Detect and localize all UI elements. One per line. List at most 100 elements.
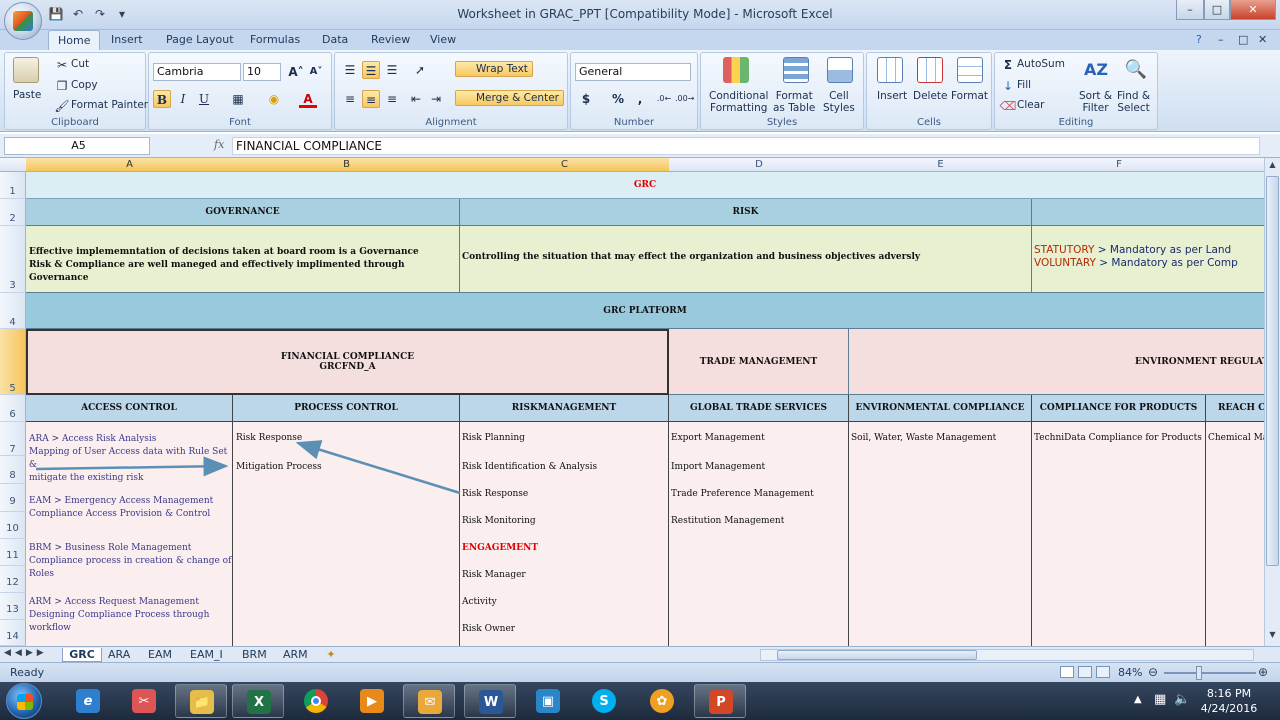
sheet-tab-arm[interactable]: ARM <box>283 648 308 662</box>
increase-indent-icon[interactable]: ⇥ <box>427 90 445 108</box>
taskbar-explorer[interactable]: 📁 <box>175 684 227 718</box>
risk-response-rm-cell[interactable]: Risk Response <box>462 489 528 499</box>
row-header[interactable]: 11 <box>0 539 26 566</box>
align-left-icon[interactable]: ≡ <box>341 90 359 108</box>
sheet-nav-icon[interactable]: ◀◀▶▶ <box>4 648 48 658</box>
row-header[interactable]: 1 <box>0 172 26 199</box>
taskbar-powerpoint[interactable]: P <box>694 684 746 718</box>
scroll-up-icon[interactable]: ▲ <box>1266 160 1279 172</box>
underline-button[interactable]: U <box>195 90 213 108</box>
row-header[interactable]: 12 <box>0 566 26 593</box>
page-layout-view-icon[interactable] <box>1078 666 1092 678</box>
align-middle-icon[interactable]: ☰ <box>362 61 380 79</box>
format-button[interactable]: Format <box>951 90 988 102</box>
risk-monitoring-cell[interactable]: Risk Monitoring <box>462 516 536 526</box>
tab-data[interactable]: Data <box>313 30 357 50</box>
row-header[interactable]: 6 <box>0 395 26 422</box>
import-management-cell[interactable]: Import Management <box>671 462 765 472</box>
font-color-icon[interactable]: A <box>299 90 317 108</box>
show-hidden-icons[interactable]: ▲ <box>1134 694 1142 705</box>
row-header[interactable]: 9 <box>0 484 26 512</box>
column-header-b[interactable]: B <box>233 158 460 172</box>
font-name-select[interactable]: Cambria <box>153 63 241 81</box>
column-header-e[interactable]: E <box>849 158 1032 172</box>
brm-cell[interactable]: BRM > Business Role Management Compliance… <box>29 542 233 581</box>
tab-review[interactable]: Review <box>362 30 419 50</box>
format-painter-button[interactable]: Format Painter <box>71 99 148 111</box>
risk-manager-cell[interactable]: Risk Manager <box>462 570 526 580</box>
page-break-view-icon[interactable] <box>1096 666 1110 678</box>
italic-button[interactable]: I <box>174 90 192 108</box>
risk-description-cell[interactable]: Controlling the situation that may effec… <box>460 226 1032 293</box>
sheet-tab-ara[interactable]: ARA <box>108 648 130 662</box>
taskbar-app[interactable]: ▣ <box>522 684 574 718</box>
grc-platform-cell[interactable]: GRC PLATFORM <box>26 293 1264 329</box>
number-format-select[interactable]: General <box>575 63 691 81</box>
tab-formulas[interactable]: Formulas <box>241 30 309 50</box>
clear-button[interactable]: Clear <box>1017 99 1044 111</box>
zoom-level[interactable]: 84% <box>1118 666 1142 679</box>
insert-sheet-icon[interactable]: ✦ <box>322 648 340 662</box>
export-management-cell[interactable]: Export Management <box>671 433 765 443</box>
financial-compliance-cell[interactable]: FINANCIAL COMPLIANCE GRCFND_A <box>26 329 669 395</box>
vertical-scrollbar[interactable]: ▲ ▼ <box>1264 158 1280 646</box>
column-header-c[interactable]: C <box>460 158 669 172</box>
eam-cell[interactable]: EAM > Emergency Access Management Complia… <box>29 495 233 521</box>
trade-management-cell[interactable]: TRADE MANAGEMENT <box>669 329 849 395</box>
governance-header-cell[interactable]: GOVERNANCE <box>26 199 460 226</box>
row-header[interactable]: 13 <box>0 593 26 620</box>
close-button[interactable]: ✕ <box>1230 0 1276 20</box>
grow-font-icon[interactable]: A˄ <box>287 63 305 81</box>
compliance-header-cell[interactable] <box>1032 199 1264 226</box>
select-all-corner[interactable] <box>0 158 26 172</box>
mitigation-process-cell[interactable]: Mitigation Process <box>236 462 322 472</box>
sheet-tab-eam-i[interactable]: EAM_I <box>190 648 223 662</box>
engagement-cell[interactable]: ENGAGEMENT <box>462 543 538 553</box>
start-button[interactable] <box>6 683 42 719</box>
taskbar-snipping[interactable]: ✂ <box>118 684 170 718</box>
copy-button[interactable]: Copy <box>71 79 98 91</box>
merge-center-button[interactable]: Merge & Center <box>455 90 564 106</box>
soil-water-waste-cell[interactable]: Soil, Water, Waste Management <box>851 433 996 443</box>
environmental-compliance-header[interactable]: ENVIRONMENTAL COMPLIANCE <box>849 395 1032 422</box>
access-control-header[interactable]: ACCESS CONTROL <box>26 395 233 422</box>
shrink-font-icon[interactable]: A˅ <box>307 63 325 81</box>
horizontal-scrollbar[interactable] <box>760 649 1254 661</box>
sheet-tab-brm[interactable]: BRM <box>242 648 267 662</box>
zoom-in-icon[interactable]: ⊕ <box>1258 665 1268 679</box>
zoom-slider-thumb[interactable] <box>1196 666 1202 680</box>
taskbar-chrome[interactable] <box>290 684 342 718</box>
row-header[interactable]: 14 <box>0 620 26 646</box>
volume-icon[interactable]: 🔈 <box>1174 692 1190 707</box>
increase-decimal-icon[interactable]: .0← <box>655 90 673 108</box>
taskbar-ie[interactable]: e <box>62 684 114 718</box>
row-header[interactable]: 10 <box>0 512 26 539</box>
ara-cell[interactable]: ARA > Access Risk Analysis Mapping of Use… <box>29 433 233 485</box>
formula-input[interactable]: FINANCIAL COMPLIANCE <box>232 137 1260 155</box>
font-size-select[interactable]: 10 <box>243 63 281 81</box>
cut-button[interactable]: Cut <box>71 58 89 70</box>
autosum-button[interactable]: AutoSum <box>1017 58 1065 70</box>
comma-button[interactable]: , <box>631 90 649 108</box>
clock[interactable]: 8:16 PM 4/24/2016 <box>1196 686 1262 716</box>
process-control-header[interactable]: PROCESS CONTROL <box>233 395 460 422</box>
governance-description-cell[interactable]: Effective implememntation of decisions t… <box>26 226 460 293</box>
fx-icon[interactable]: fx <box>214 138 224 151</box>
row-header[interactable]: 2 <box>0 199 26 226</box>
ribbon-restore-icon[interactable]: □ <box>1238 30 1252 50</box>
risk-management-header[interactable]: RISKMANAGEMENT <box>460 395 669 422</box>
fill-color-icon[interactable]: ◉ <box>265 90 283 108</box>
environment-regulation-cell[interactable]: ENVIRONMENT REGULATIO <box>849 329 1264 395</box>
arm-cell[interactable]: ARM > Access Request Management Designing… <box>29 596 233 635</box>
office-button[interactable] <box>4 2 42 40</box>
compliance-products-header[interactable]: COMPLIANCE FOR PRODUCTS <box>1032 395 1206 422</box>
row-header[interactable]: 7 <box>0 422 26 456</box>
risk-identification-cell[interactable]: Risk Identification & Analysis <box>462 462 597 472</box>
scroll-down-icon[interactable]: ▼ <box>1266 630 1279 642</box>
tab-page-layout[interactable]: Page Layout <box>157 30 243 50</box>
insert-button[interactable]: Insert <box>877 90 907 102</box>
taskbar-outlook[interactable]: ✉ <box>403 684 455 718</box>
decrease-indent-icon[interactable]: ⇤ <box>407 90 425 108</box>
ribbon-close-icon[interactable]: ✕ <box>1258 30 1272 50</box>
fill-button[interactable]: Fill <box>1017 79 1031 91</box>
